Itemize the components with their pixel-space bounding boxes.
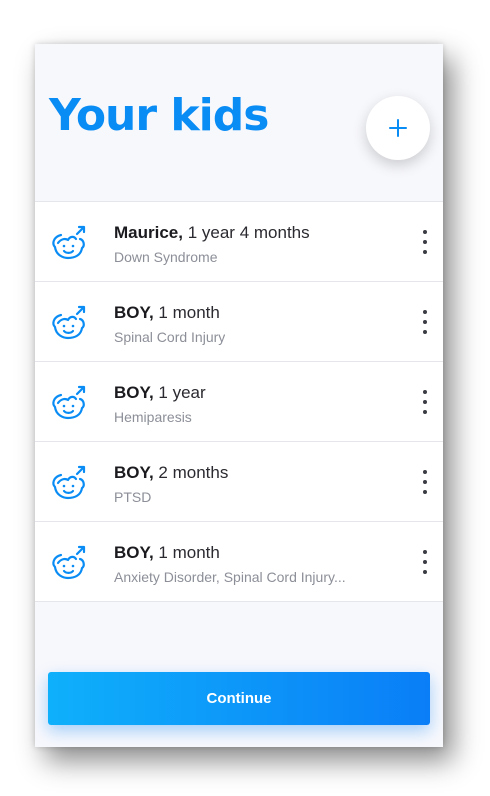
kid-name: Maurice, bbox=[114, 223, 183, 242]
kid-name: BOY, bbox=[114, 463, 154, 482]
kids-list: Maurice, 1 year 4 months Down Syndrome B… bbox=[35, 201, 443, 602]
stage: Your kids Maurice, 1 year 4 months Down … bbox=[0, 0, 490, 796]
kid-name-line: BOY, 2 months bbox=[114, 463, 228, 483]
kid-condition: Spinal Cord Injury bbox=[114, 329, 226, 345]
kid-row[interactable]: BOY, 1 year Hemiparesis bbox=[35, 362, 443, 442]
kid-row[interactable]: BOY, 2 months PTSD bbox=[35, 442, 443, 522]
page-title: Your kids bbox=[49, 90, 269, 141]
kid-name: BOY, bbox=[114, 303, 154, 322]
header: Your kids bbox=[35, 44, 443, 201]
kid-age: 1 year 4 months bbox=[187, 223, 310, 242]
kid-age: 1 month bbox=[158, 543, 220, 562]
kid-name-line: BOY, 1 month bbox=[114, 303, 220, 323]
kid-name: BOY, bbox=[114, 383, 154, 402]
plus-icon bbox=[389, 119, 407, 137]
kid-name-line: BOY, 1 year bbox=[114, 383, 206, 403]
kid-condition: Hemiparesis bbox=[114, 409, 192, 425]
kid-age: 1 month bbox=[158, 303, 220, 322]
kid-name-line: Maurice, 1 year 4 months bbox=[114, 223, 310, 243]
kid-row[interactable]: BOY, 1 month Anxiety Disorder, Spinal Co… bbox=[35, 522, 443, 602]
boy-face-icon bbox=[50, 302, 90, 342]
kid-name-line: BOY, 1 month bbox=[114, 543, 220, 563]
add-kid-button[interactable] bbox=[366, 96, 430, 160]
boy-face-icon bbox=[50, 542, 90, 582]
kid-name: BOY, bbox=[114, 543, 154, 562]
kid-row[interactable]: Maurice, 1 year 4 months Down Syndrome bbox=[35, 202, 443, 282]
continue-button[interactable]: Continue bbox=[48, 672, 430, 725]
boy-face-icon bbox=[50, 462, 90, 502]
kid-condition: PTSD bbox=[114, 489, 152, 505]
more-vertical-icon[interactable] bbox=[419, 230, 431, 254]
more-vertical-icon[interactable] bbox=[419, 470, 431, 494]
kid-condition: Down Syndrome bbox=[114, 249, 218, 265]
more-vertical-icon[interactable] bbox=[419, 390, 431, 414]
boy-face-icon bbox=[50, 382, 90, 422]
app-screen: Your kids Maurice, 1 year 4 months Down … bbox=[35, 44, 443, 747]
kid-row[interactable]: BOY, 1 month Spinal Cord Injury bbox=[35, 282, 443, 362]
kid-age: 2 months bbox=[158, 463, 229, 482]
kid-age: 1 year bbox=[158, 383, 206, 402]
more-vertical-icon[interactable] bbox=[419, 310, 431, 334]
kid-condition: Anxiety Disorder, Spinal Cord Injury... bbox=[114, 569, 346, 585]
more-vertical-icon[interactable] bbox=[419, 550, 431, 574]
boy-face-icon bbox=[50, 222, 90, 262]
